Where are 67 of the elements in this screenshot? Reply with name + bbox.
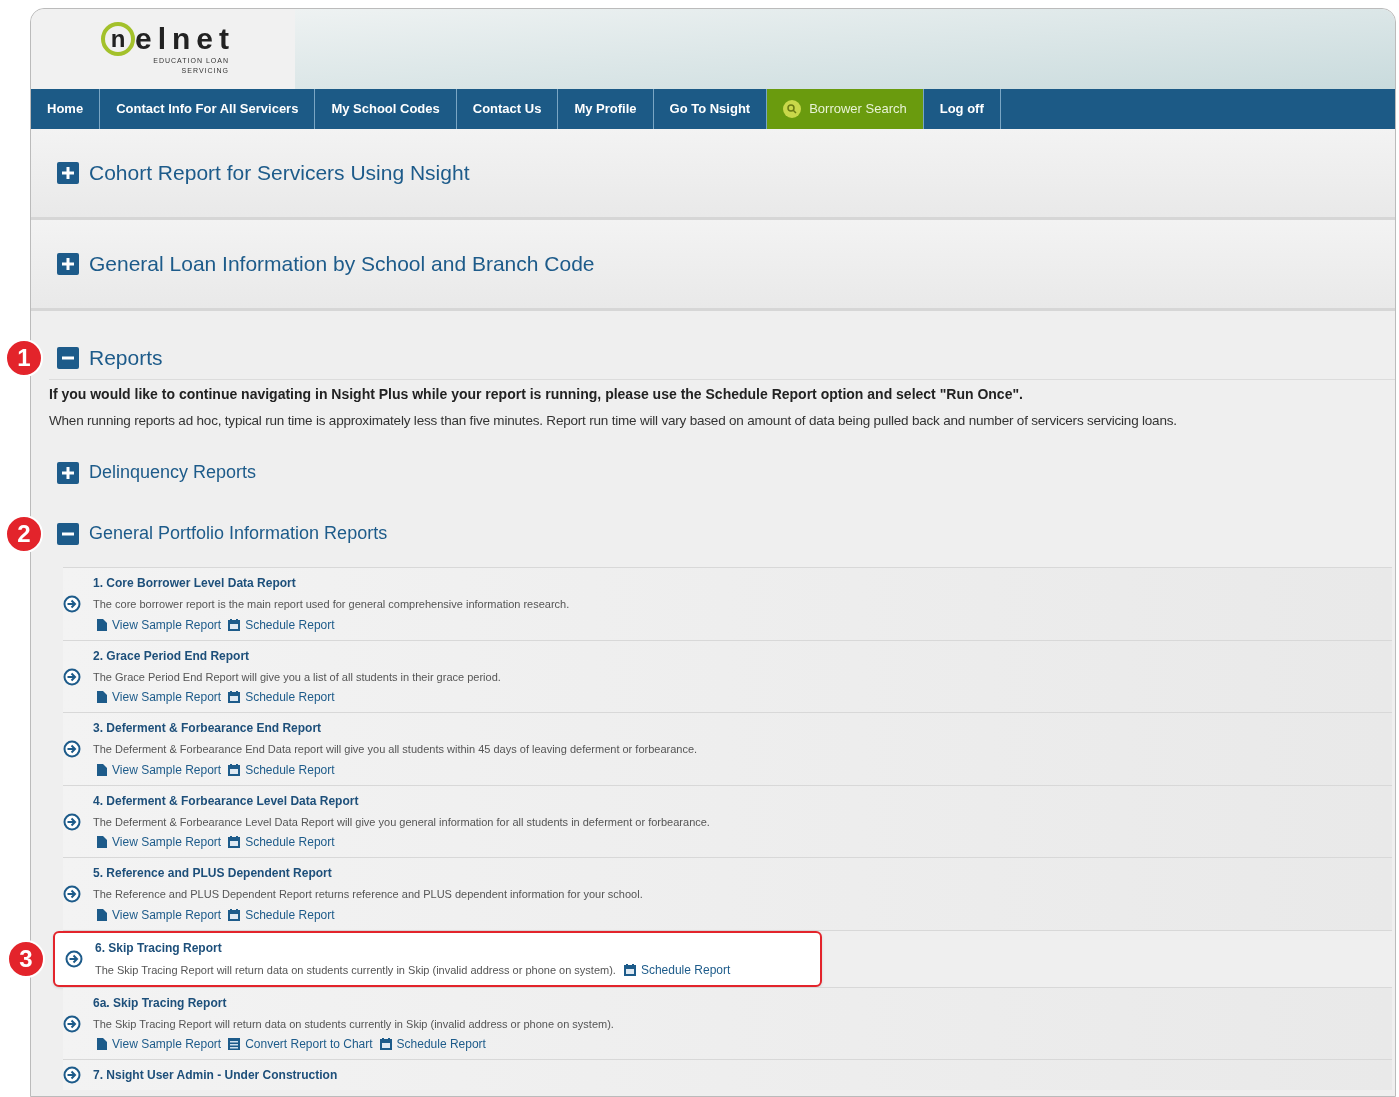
report-link[interactable]: Schedule Report — [228, 615, 335, 634]
report-link[interactable]: Schedule Report — [228, 905, 335, 924]
calendar-icon — [228, 691, 241, 704]
document-icon — [97, 908, 107, 921]
group-title[interactable]: General Portfolio Information Reports — [89, 520, 388, 548]
expand-icon[interactable] — [57, 461, 79, 484]
document-icon — [97, 618, 107, 631]
arrow-circle-icon[interactable] — [63, 1014, 81, 1033]
calendar-icon — [379, 1038, 392, 1051]
section-title[interactable]: Cohort Report for Servicers Using Nsight — [89, 157, 470, 189]
report-title[interactable]: 4. Deferment & Forbearance Level Data Report — [93, 791, 710, 810]
document-icon — [97, 1038, 107, 1051]
report-link[interactable]: View Sample Report — [97, 1035, 222, 1054]
report-description: The Deferment & Forbearance Level Data Report will give you general information for all students in deferment or forbearance. — [93, 814, 710, 830]
report-description: The Skip Tracing Report will return data on students currently in Skip (invalid address or phone on system). — [95, 962, 616, 978]
callout-number: 3 — [7, 939, 45, 978]
report-title[interactable]: 2. Grace Period End Report — [93, 646, 501, 665]
note-text: When running reports ad hoc, typical run time is approximately less than five minutes. Report run time will vary based on amount of data being pulled back and number of servicers servicing loans. — [48, 412, 1178, 430]
report-link[interactable]: Schedule Report — [228, 760, 335, 779]
report-description: The Skip Tracing Report will return data on students currently in Skip (invalid address or phone on system). — [93, 1016, 614, 1032]
report-description: The Deferment & Forbearance End Data report will give you all students within 45 days of leaving deferment or forbearance. — [93, 742, 698, 758]
report-link[interactable]: View Sample Report — [97, 905, 222, 924]
report-description: The Reference and PLUS Dependent Report returns reference and PLUS dependent information for your school. — [93, 887, 643, 903]
group-title[interactable]: Delinquency Reports — [89, 459, 257, 487]
report-link[interactable]: View Sample Report — [97, 760, 222, 779]
calendar-icon — [623, 963, 636, 976]
document-icon — [97, 691, 107, 704]
calendar-icon — [228, 836, 241, 849]
report-link[interactable]: Convert Report to Chart — [228, 1035, 373, 1054]
expand-icon[interactable] — [57, 162, 79, 184]
report-link[interactable]: Schedule Report — [228, 833, 335, 852]
report-title[interactable]: 6. Skip Tracing Report — [95, 938, 731, 957]
report-title[interactable]: 3. Deferment & Forbearance End Report — [93, 719, 698, 738]
callout-number: 2 — [5, 514, 43, 553]
expand-icon[interactable] — [57, 253, 79, 275]
document-icon — [97, 836, 107, 849]
collapse-icon[interactable] — [57, 522, 79, 545]
report-title[interactable]: 5. Reference and PLUS Dependent Report — [93, 864, 643, 883]
callout-number: 1 — [5, 339, 43, 377]
calendar-icon — [228, 618, 241, 631]
notice-text: If you would like to continue navigating in Nsight Plus while your report is running, please use the Schedule Report option and select "Run Once". — [48, 385, 1024, 404]
report-link[interactable]: Schedule Report — [623, 960, 731, 979]
collapse-icon[interactable] — [57, 347, 79, 369]
report-link[interactable]: Schedule Report — [379, 1035, 486, 1054]
arrow-circle-icon[interactable] — [63, 740, 81, 758]
section-title[interactable]: General Loan Information by School and Branch Code — [89, 248, 595, 280]
report-link[interactable]: View Sample Report — [97, 615, 222, 634]
report-description: The core borrower report is the main report used for general comprehensive information research. — [93, 597, 570, 613]
report-link[interactable]: View Sample Report — [97, 833, 222, 852]
arrow-circle-icon[interactable] — [63, 1066, 81, 1085]
search-icon — [783, 100, 802, 118]
arrow-circle-icon[interactable] — [63, 667, 81, 686]
calendar-icon — [228, 908, 241, 921]
report-title[interactable]: 6a. Skip Tracing Report — [93, 993, 614, 1012]
arrow-circle-icon[interactable] — [63, 812, 81, 831]
calendar-icon — [228, 763, 241, 776]
report-description: The Grace Period End Report will give you a list of all students in their grace period. — [93, 669, 501, 685]
report-link[interactable]: Schedule Report — [228, 688, 335, 707]
arrow-circle-icon[interactable] — [65, 949, 83, 968]
report-link[interactable]: View Sample Report — [97, 688, 222, 707]
arrow-circle-icon[interactable] — [63, 595, 81, 613]
section-title[interactable]: Reports — [89, 342, 163, 374]
document-icon — [97, 763, 107, 776]
report-title[interactable]: 1. Core Borrower Level Data Report — [93, 574, 570, 593]
table-icon — [228, 1038, 241, 1051]
arrow-circle-icon[interactable] — [63, 885, 81, 903]
report-title[interactable]: 7. Nsight User Admin - Under Construction — [93, 1066, 338, 1085]
